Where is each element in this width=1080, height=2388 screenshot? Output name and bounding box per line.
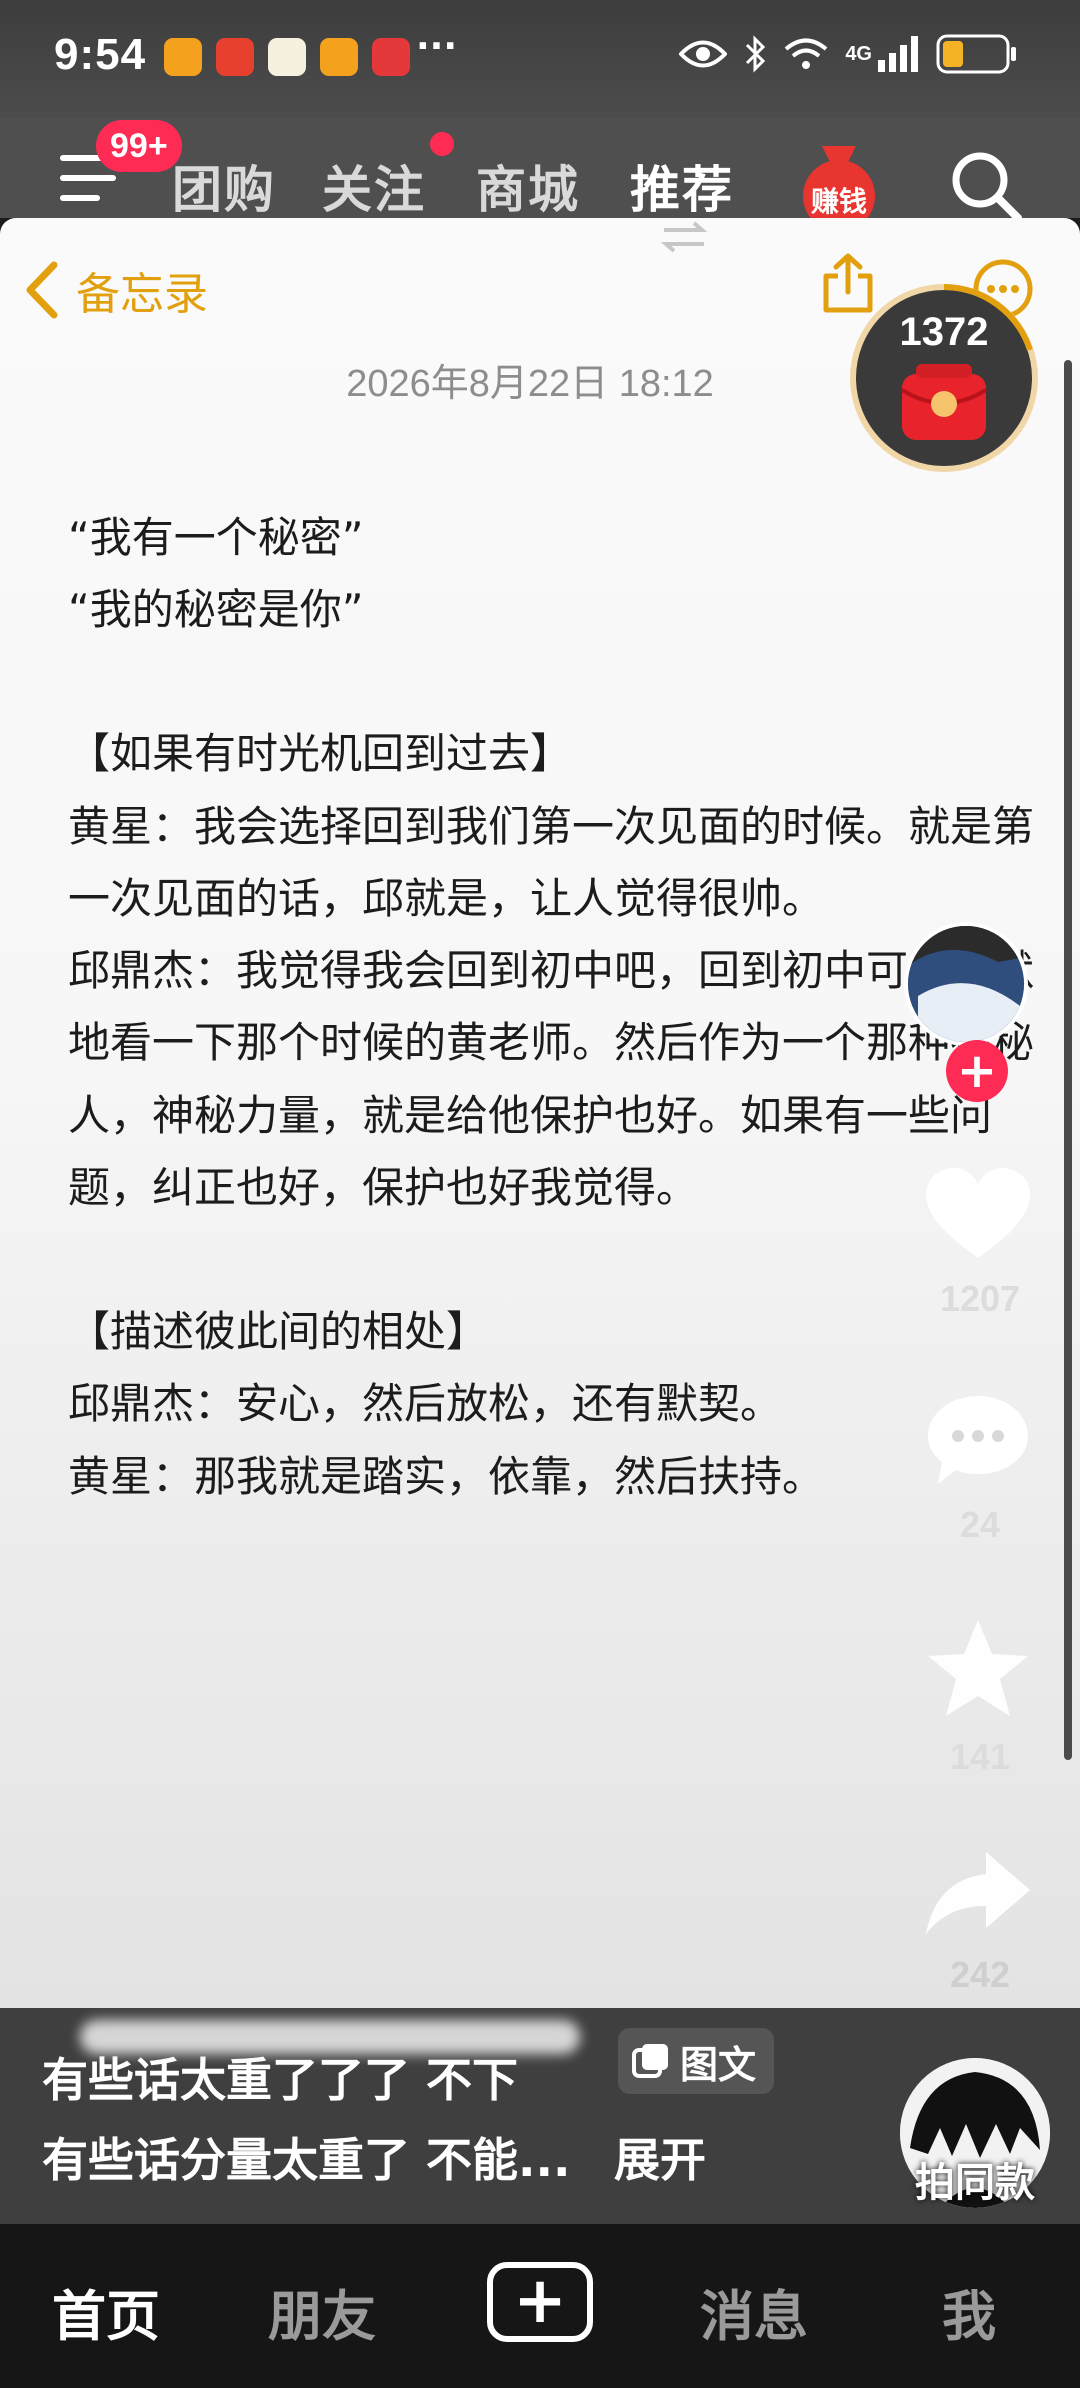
- search-icon[interactable]: [946, 146, 1026, 226]
- book-notification-icon: [372, 38, 410, 76]
- note-paragraph: 邱鼎杰：安心，然后放松，还有默契。: [68, 1379, 783, 1429]
- coin-reward-widget[interactable]: 1372: [850, 284, 1038, 472]
- shop-notification-icon: [268, 38, 306, 76]
- status-time: 9:54: [54, 30, 147, 79]
- comment-count: 24: [959, 1504, 1001, 1545]
- red-packet-icon: [900, 364, 988, 440]
- more-notifications-icon: ···: [416, 26, 458, 67]
- like-count: 1207: [939, 1278, 1021, 1319]
- earn-label: 赚钱: [810, 185, 867, 218]
- weibo-notification-icon: [164, 38, 202, 76]
- note-paragraph: 【如果有时光机回到过去】: [68, 729, 573, 779]
- eye-icon: [679, 40, 728, 68]
- image-text-icon: [632, 2044, 668, 2078]
- bluetooth-icon: [746, 35, 766, 73]
- note-paragraph: 邱鼎杰：我觉得我会回到初中吧，回到初中可以默默地看一下那个时候的黄老师。然后作为…: [68, 946, 1035, 1212]
- creator-avatar[interactable]: [904, 922, 1028, 1046]
- nav-home[interactable]: 首页: [52, 2272, 160, 2351]
- menu-badge: 99+: [96, 120, 182, 172]
- network-type: 4G: [845, 42, 872, 65]
- follow-button[interactable]: +: [946, 1040, 1008, 1102]
- image-text-tag[interactable]: 图文: [618, 2028, 775, 2094]
- favorite-count: 141: [949, 1736, 1011, 1777]
- chevron-left-icon: [26, 261, 58, 319]
- signal-icon: [878, 36, 918, 72]
- menu-icon-line: [60, 175, 116, 181]
- tab-following[interactable]: 关注: [322, 150, 426, 222]
- tab-mall[interactable]: 商城: [476, 150, 580, 222]
- tab-group-buy[interactable]: 团购: [172, 150, 276, 222]
- wifi-icon: [785, 38, 828, 69]
- heart-icon[interactable]: [922, 1164, 1034, 1264]
- note-paragraph: 黄星：那我就是踏实，依靠，然后扶持。: [68, 1451, 825, 1501]
- note-paragraph: [68, 646, 1038, 718]
- back-button[interactable]: 备忘录: [22, 258, 208, 322]
- following-new-dot: [430, 132, 454, 156]
- status-system-icons: 4G: [679, 34, 1018, 74]
- note-paragraph: [68, 1224, 1038, 1296]
- app-notification-icon: [216, 38, 254, 76]
- coin-count: 1372: [899, 310, 989, 354]
- note-paragraph: 黄星：我会选择回到我们第一次见面的时候。就是第一次见面的话，邱就是，让人觉得很帅…: [68, 801, 1035, 923]
- star-icon[interactable]: [922, 1616, 1034, 1722]
- scrollbar[interactable]: [1064, 360, 1072, 1760]
- note-paragraph: “我的秘密是你”: [68, 585, 364, 635]
- remix-label: 拍同款: [915, 2160, 1035, 2206]
- note-paragraph: “我有一个秘密”: [68, 513, 364, 562]
- image-text-label: 图文: [680, 2042, 757, 2087]
- caption-description: 有些话分量太重了 不能...: [42, 2133, 571, 2187]
- caption-overlay-blur: [80, 2020, 580, 2054]
- tab-recommend[interactable]: 推荐: [630, 150, 734, 222]
- nav-me[interactable]: 我: [942, 2272, 996, 2351]
- create-button[interactable]: +: [487, 2262, 593, 2342]
- status-bar: 9:54 ··· 4G: [0, 0, 1080, 118]
- weibo-notification-icon: [320, 38, 358, 76]
- note-paragraph: 【描述彼此间的相处】: [68, 1307, 489, 1357]
- swap-arrows-icon: [660, 221, 708, 253]
- battery-icon: [936, 34, 1016, 74]
- comment-icon[interactable]: [922, 1390, 1034, 1490]
- nav-messages[interactable]: 消息: [700, 2272, 808, 2351]
- menu-icon-line: [60, 195, 100, 201]
- share-count: 242: [949, 1954, 1011, 1995]
- back-label: 备忘录: [76, 269, 208, 320]
- status-notification-icons: [164, 38, 410, 76]
- expand-button[interactable]: 展开: [614, 2124, 706, 2190]
- nav-friends[interactable]: 朋友: [268, 2272, 376, 2351]
- note-body: “我有一个秘密” “我的秘密是你” 【如果有时光机回到过去】黄星：我会选择回到我们第…: [68, 502, 1038, 1513]
- share-arrow-icon[interactable]: [922, 1846, 1034, 1942]
